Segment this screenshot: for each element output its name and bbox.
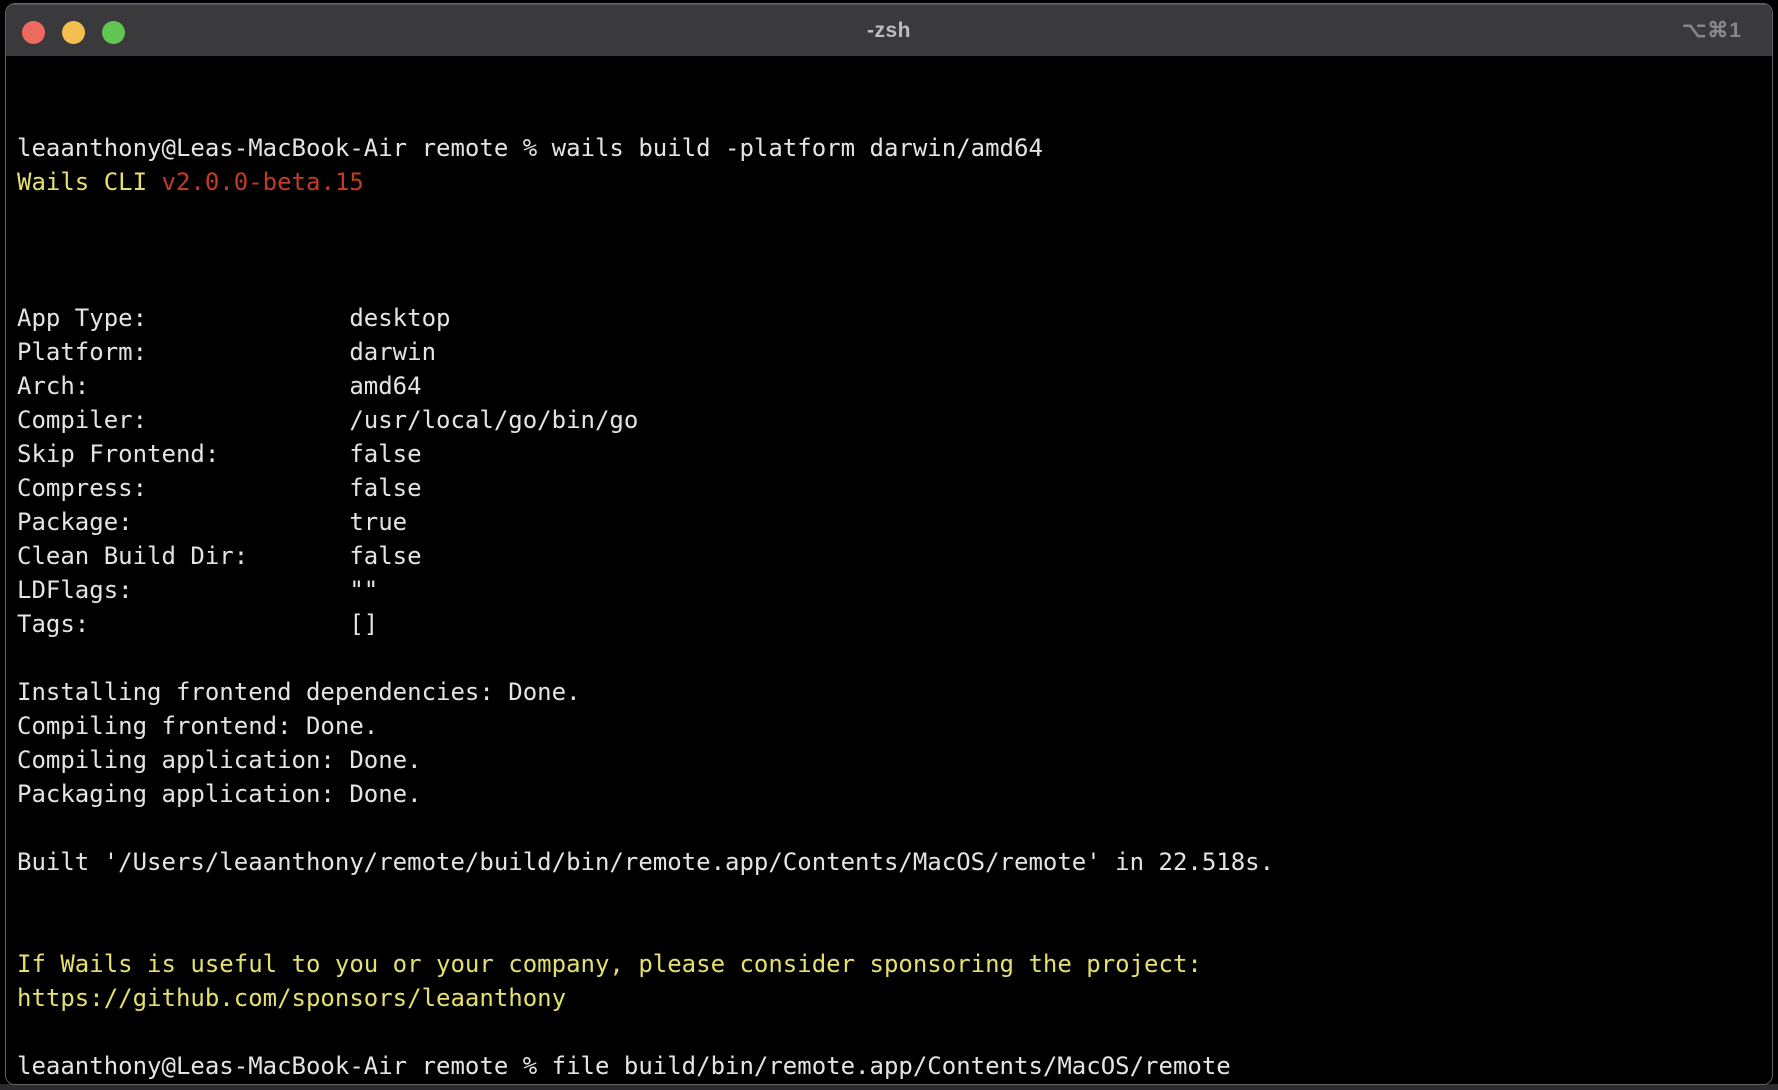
terminal-line: Installing frontend dependencies: Done. [17, 675, 1764, 709]
terminal-line: App Type: desktop [17, 301, 1764, 335]
terminal-line: LDFlags: "" [17, 573, 1764, 607]
terminal-line [17, 199, 1764, 233]
terminal-line: https://github.com/sponsors/leaanthony [17, 981, 1764, 1015]
terminal-line [17, 879, 1764, 913]
terminal-line: Packaging application: Done. [17, 777, 1764, 811]
terminal-line: Package: true [17, 505, 1764, 539]
key-value-text: Compiler: /usr/local/go/bin/go [17, 406, 638, 434]
terminal-line [17, 811, 1764, 845]
key-value-text: Platform: darwin [17, 338, 436, 366]
text-segment: leaanthony@Leas-MacBook-Air remote % wai… [17, 134, 1043, 162]
terminal-line: Skip Frontend: false [17, 437, 1764, 471]
terminal-line: Compiling frontend: Done. [17, 709, 1764, 743]
terminal-line: Wails CLI v2.0.0-beta.15 [17, 165, 1764, 199]
key-value-text: Compress: false [17, 474, 422, 502]
window-titlebar[interactable]: -zsh ⌥⌘1 [6, 4, 1772, 57]
terminal-line: Platform: darwin [17, 335, 1764, 369]
terminal-line: Compiler: /usr/local/go/bin/go [17, 403, 1764, 437]
terminal-line [17, 1015, 1764, 1049]
terminal-line: build/bin/remote.app/Contents/MacOS/remo… [17, 1083, 1764, 1085]
key-value-text: Tags: [] [17, 610, 378, 638]
terminal-line [17, 233, 1764, 267]
terminal-window: -zsh ⌥⌘1 leaanthony@Leas-MacBook-Air rem… [5, 3, 1773, 1085]
key-value-text: Package: true [17, 508, 407, 536]
key-value-text: Clean Build Dir: false [17, 542, 422, 570]
key-value-text: Skip Frontend: false [17, 440, 422, 468]
window-shortcut-badge: ⌥⌘1 [1682, 4, 1742, 57]
text-segment: Compiling application: Done. [17, 746, 422, 774]
zoom-button[interactable] [102, 21, 125, 44]
terminal-line: If Wails is useful to you or your compan… [17, 947, 1764, 981]
text-segment: leaanthony@Leas-MacBook-Air remote % fil… [17, 1052, 1231, 1080]
text-segment: Packaging application: Done. [17, 780, 422, 808]
key-value-text: App Type: desktop [17, 304, 450, 332]
terminal-screen[interactable]: leaanthony@Leas-MacBook-Air remote % wai… [6, 58, 1772, 1084]
terminal-line: Clean Build Dir: false [17, 539, 1764, 573]
text-segment: Installing frontend dependencies: Done. [17, 678, 581, 706]
terminal-line [17, 267, 1764, 301]
terminal-output: leaanthony@Leas-MacBook-Air remote % wai… [17, 131, 1764, 1085]
terminal-line [17, 913, 1764, 947]
terminal-line [17, 641, 1764, 675]
terminal-line: Compress: false [17, 471, 1764, 505]
text-segment: Built '/Users/leaanthony/remote/build/bi… [17, 848, 1274, 876]
key-value-text: LDFlags: "" [17, 576, 378, 604]
terminal-line: Built '/Users/leaanthony/remote/build/bi… [17, 845, 1764, 879]
minimize-button[interactable] [62, 21, 85, 44]
text-segment: Compiling frontend: Done. [17, 712, 378, 740]
text-segment: Wails CLI [17, 168, 162, 196]
window-title: -zsh [6, 4, 1772, 57]
close-button[interactable] [22, 21, 45, 44]
text-segment: https://github.com/sponsors/leaanthony [17, 984, 566, 1012]
terminal-line: leaanthony@Leas-MacBook-Air remote % fil… [17, 1049, 1764, 1083]
terminal-line: Arch: amd64 [17, 369, 1764, 403]
text-segment: If Wails is useful to you or your compan… [17, 950, 1202, 978]
terminal-line: Tags: [] [17, 607, 1764, 641]
terminal-line: leaanthony@Leas-MacBook-Air remote % wai… [17, 131, 1764, 165]
text-segment: v2.0.0-beta.15 [162, 168, 364, 196]
key-value-text: Arch: amd64 [17, 372, 422, 400]
terminal-line: Compiling application: Done. [17, 743, 1764, 777]
